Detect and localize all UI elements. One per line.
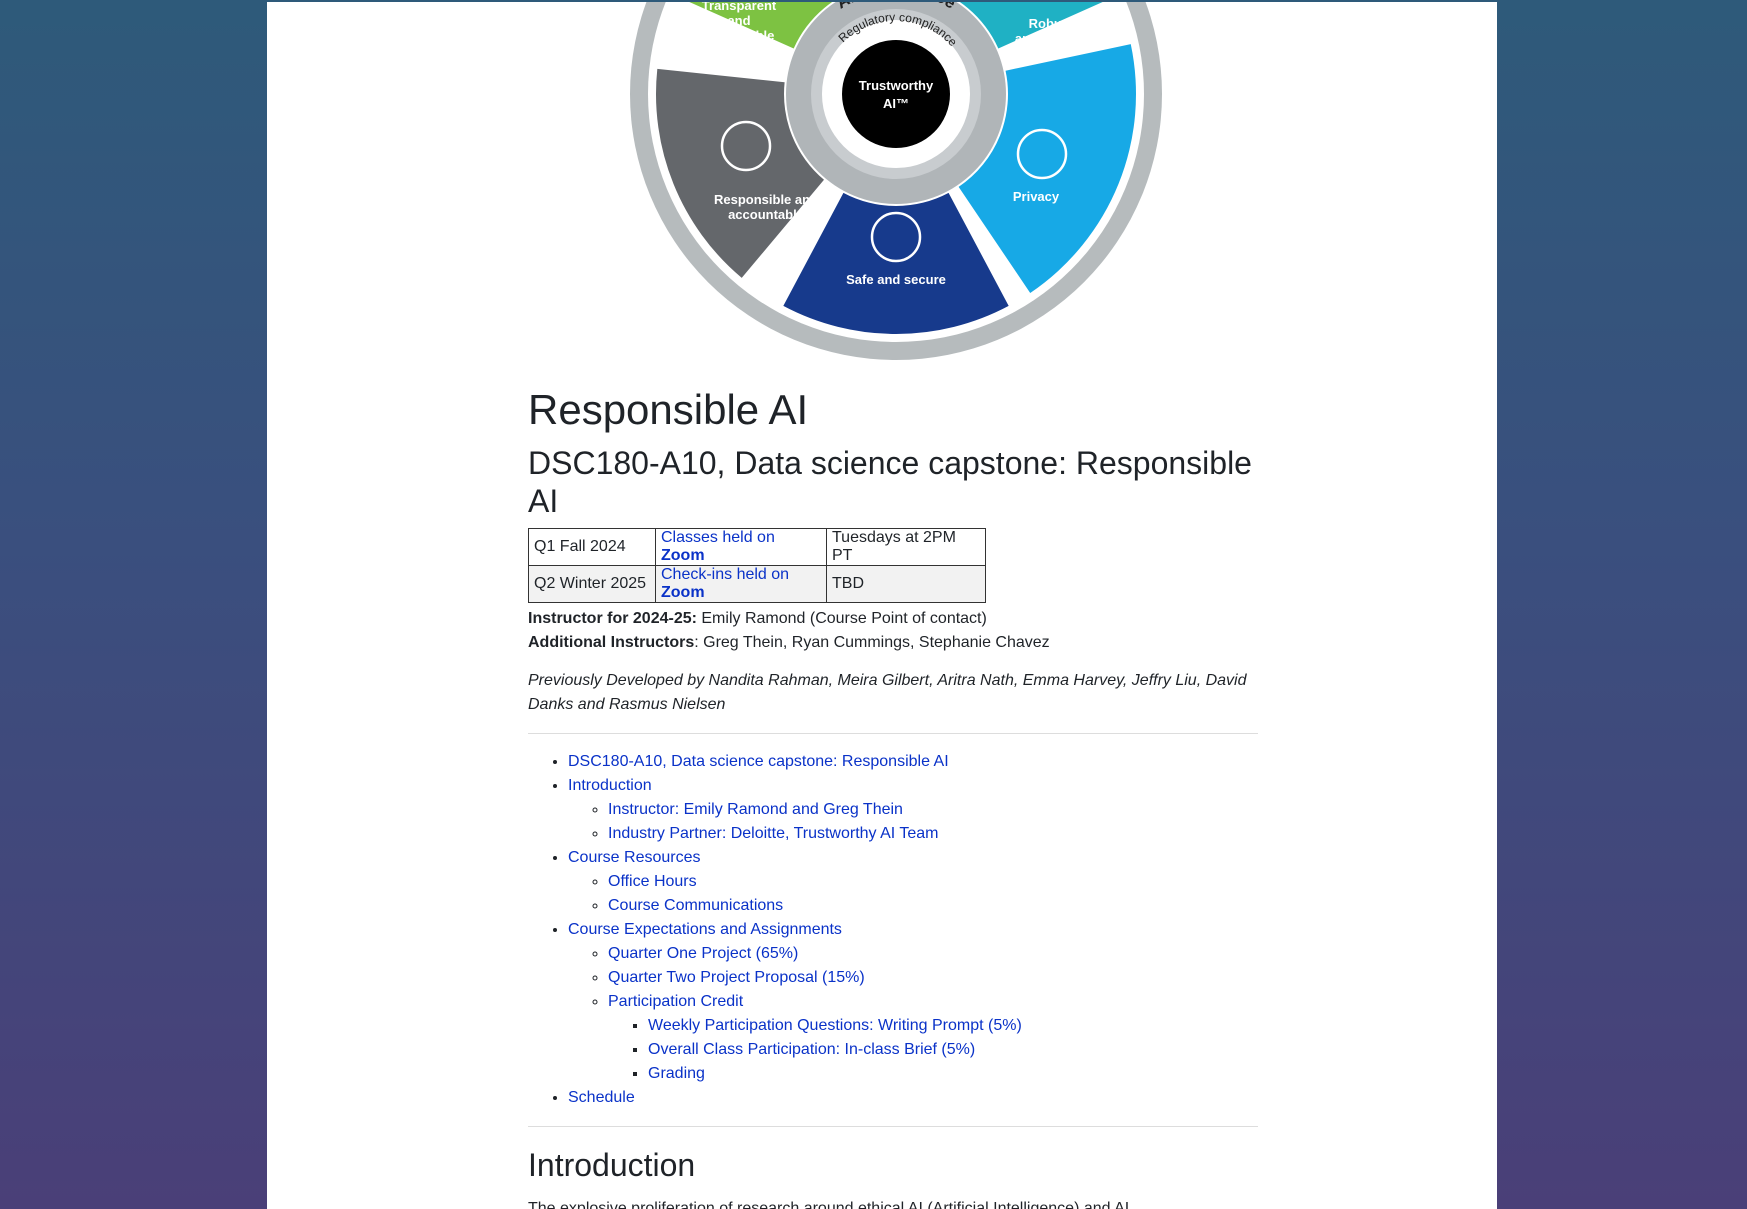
toc-link-weekly-questions[interactable]: Weekly Participation Questions: Writing … [648, 1017, 1022, 1034]
list-item: Quarter One Project (65%) [608, 942, 1258, 966]
list-item: Course Expectations and Assignments Quar… [568, 918, 1258, 1086]
trustworthy-ai-diagram: Transparent and explainable Robust and relia… [625, 2, 1167, 386]
list-item: Participation Credit Weekly Participatio… [608, 990, 1258, 1086]
quarter-cell: Q1 Fall 2024 [528, 528, 656, 566]
list-item: Course Resources Office Hours Course Com… [568, 846, 1258, 918]
list-item: Instructor: Emily Ramond and Greg Thein [608, 798, 1258, 822]
list-item: Office Hours [608, 870, 1258, 894]
zoom-link-cell: Check-ins held on Zoom [655, 565, 827, 603]
list-item: Overall Class Participation: In-class Br… [648, 1038, 1258, 1062]
toc-link-course[interactable]: DSC180-A10, Data science capstone: Respo… [568, 753, 949, 770]
list-item: Introduction Instructor: Emily Ramond an… [568, 774, 1258, 846]
page-title: Responsible AI [528, 386, 809, 433]
table-of-contents: DSC180-A10, Data science capstone: Respo… [528, 750, 1258, 1110]
divider [528, 1126, 1258, 1127]
list-item: Course Communications [608, 894, 1258, 918]
segment-label: Responsible and accountable [714, 192, 818, 222]
trustworthy-ai-wheel: Transparent and explainableRobust and relia… [630, 2, 1162, 360]
time-cell: TBD [826, 565, 986, 603]
toc-link-expectations[interactable]: Course Expectations and Assignments [568, 921, 842, 938]
toc-link-schedule[interactable]: Schedule [568, 1089, 635, 1106]
toc-link-communications[interactable]: Course Communications [608, 897, 783, 914]
main-content: Responsible AI DSC180-A10, Data science … [528, 386, 1258, 1209]
schedule-table: Q1 Fall 2024 Classes held on Zoom Tuesda… [528, 528, 986, 603]
additional-instructors-line: Additional Instructors: Greg Thein, Ryan… [528, 634, 1050, 651]
list-item: Industry Partner: Deloitte, Trustworthy … [608, 822, 1258, 846]
toc-link-office-hours[interactable]: Office Hours [608, 873, 697, 890]
toc-link-overall-participation[interactable]: Overall Class Participation: In-class Br… [648, 1041, 975, 1058]
list-item: Weekly Participation Questions: Writing … [648, 1014, 1258, 1038]
introduction-paragraph: The explosive proliferation of research … [528, 1200, 1130, 1209]
toc-link-q1-project[interactable]: Quarter One Project (65%) [608, 945, 798, 962]
toc-link-course-resources[interactable]: Course Resources [568, 849, 701, 866]
previously-developed-note: Previously Developed by Nandita Rahman, … [528, 672, 1247, 713]
toc-link-participation[interactable]: Participation Credit [608, 993, 743, 1010]
toc-link-q2-proposal[interactable]: Quarter Two Project Proposal (15%) [608, 969, 865, 986]
list-item: Schedule [568, 1086, 1258, 1110]
course-page: Transparent and explainable Robust and relia… [267, 2, 1497, 1209]
toc-link-grading[interactable]: Grading [648, 1065, 705, 1082]
list-item: Grading [648, 1062, 1258, 1086]
zoom-link-cell: Classes held on Zoom [655, 528, 827, 566]
introduction-heading: Introduction [528, 1147, 696, 1183]
toc-link-instructor[interactable]: Instructor: Emily Ramond and Greg Thein [608, 801, 903, 818]
divider [528, 733, 1258, 734]
segment-label: Privacy [1013, 189, 1060, 204]
course-subtitle: DSC180-A10, Data science capstone: Respo… [528, 445, 1252, 519]
list-item: Quarter Two Project Proposal (15%) [608, 966, 1258, 990]
time-cell: Tuesdays at 2PM PT [826, 528, 986, 566]
toc-link-introduction[interactable]: Introduction [568, 777, 652, 794]
table-row: Q1 Fall 2024 Classes held on Zoom Tuesda… [528, 528, 986, 566]
trustworthy-core [842, 40, 950, 148]
list-item: DSC180-A10, Data science capstone: Respo… [568, 750, 1258, 774]
instructor-line: Instructor for 2024-25: Emily Ramond (Co… [528, 610, 987, 627]
table-row: Q2 Winter 2025 Check-ins held on Zoom TB… [528, 565, 986, 603]
segment-label: Safe and secure [846, 272, 946, 287]
classes-zoom-link[interactable]: Classes held on Zoom [661, 529, 775, 564]
toc-link-industry-partner[interactable]: Industry Partner: Deloitte, Trustworthy … [608, 825, 939, 842]
checkins-zoom-link[interactable]: Check-ins held on Zoom [661, 566, 789, 601]
quarter-cell: Q2 Winter 2025 [528, 565, 656, 603]
